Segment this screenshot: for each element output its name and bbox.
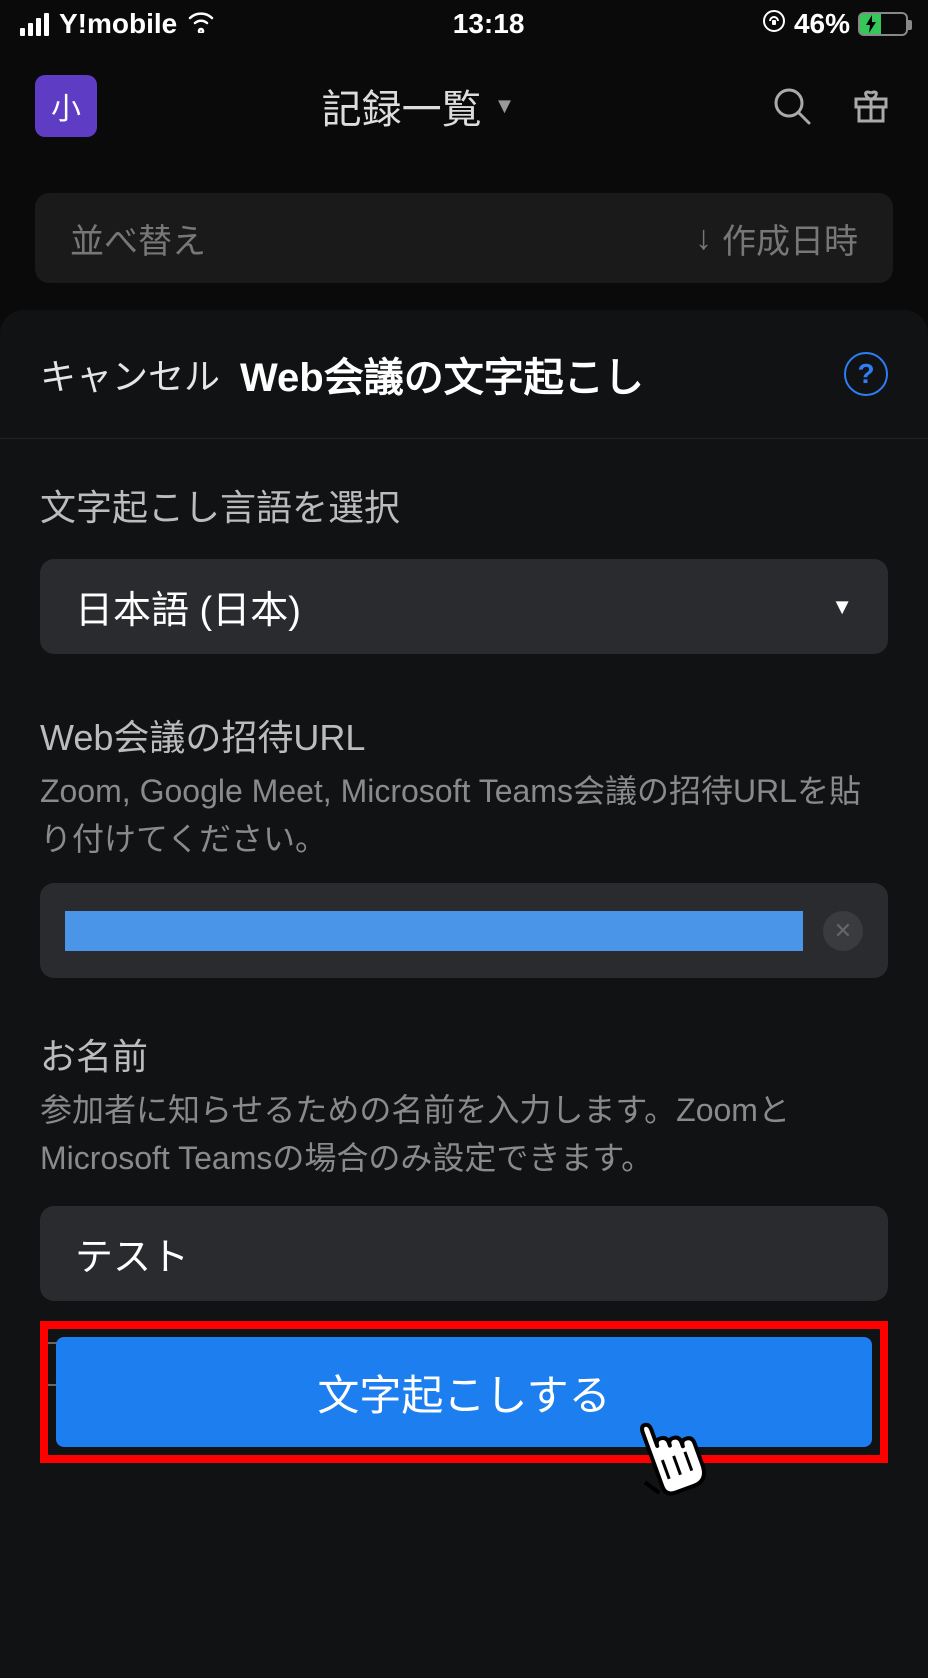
clear-url-button[interactable]: ✕ [823,911,863,951]
status-left: Y!mobile [20,8,215,40]
wifi-icon [187,9,215,40]
name-hint: 参加者に知らせるための名前を入力します。ZoomとMicrosoft Teams… [40,1086,888,1182]
transcribe-button[interactable]: 文字起こしする [56,1337,872,1447]
avatar-label: 小 [51,84,81,128]
help-button[interactable]: ? [844,352,888,396]
name-label: お名前 [40,1028,888,1080]
gift-icon [850,85,892,127]
page-title: 記録一覧 [322,77,482,135]
close-icon: ✕ [834,918,852,944]
sort-value: 作成日時 [722,214,858,263]
app-header: 小 記録一覧 ▼ [0,48,928,163]
status-bar: Y!mobile 13:18 46% [0,0,928,48]
url-hint: Zoom, Google Meet, Microsoft Teams会議の招待U… [40,767,888,863]
status-time: 13:18 [453,8,525,40]
battery-icon [858,12,908,36]
caret-down-icon: ▼ [494,93,516,119]
name-value: テスト [75,1226,189,1281]
signal-icon [20,13,49,36]
status-right: 46% [762,8,908,40]
orientation-lock-icon [762,8,786,40]
battery-pct: 46% [794,8,850,40]
url-label: Web会議の招待URL [40,709,888,761]
url-selection [65,911,803,951]
arrow-down-icon: ↓ [695,219,712,258]
modal-title: Web会議の文字起こし [240,345,824,403]
caret-down-icon: ▼ [831,594,853,620]
search-button[interactable] [770,84,814,128]
help-icon: ? [857,358,874,390]
transcribe-button-label: 文字起こしする [317,1362,610,1423]
modal-header: キャンセル Web会議の文字起こし ? [0,310,928,439]
gift-button[interactable] [849,84,893,128]
name-input[interactable]: テスト [40,1206,888,1301]
search-icon [771,85,813,127]
carrier-label: Y!mobile [59,8,177,40]
cancel-button[interactable]: キャンセル [40,348,220,400]
sort-value-wrap: ↓ 作成日時 [695,214,858,263]
url-section: Web会議の招待URL Zoom, Google Meet, Microsoft… [0,654,928,978]
language-select[interactable]: 日本語 (日本) ▼ [40,559,888,654]
transcription-modal: キャンセル Web会議の文字起こし ? 文字起こし言語を選択 日本語 (日本) … [0,310,928,1678]
language-label: 文字起こし言語を選択 [40,479,888,531]
url-input[interactable]: ✕ [40,883,888,978]
sort-bar[interactable]: 並べ替え ↓ 作成日時 [35,193,893,283]
page-title-dropdown[interactable]: 記録一覧 ▼ [87,77,750,135]
submit-highlight: 文字起こしする [40,1321,888,1463]
language-value: 日本語 (日本) [75,579,301,634]
name-section: お名前 参加者に知らせるための名前を入力します。ZoomとMicrosoft T… [0,978,928,1301]
language-section: 文字起こし言語を選択 日本語 (日本) ▼ [0,439,928,654]
sort-label: 並べ替え [70,214,206,263]
